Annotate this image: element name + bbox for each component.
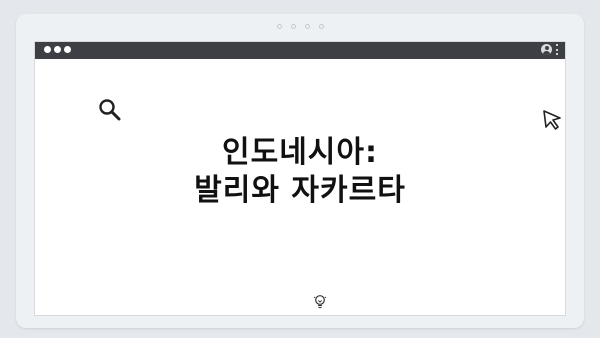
browser-window: 인도네시아: 발리와 자카르타 bbox=[34, 41, 566, 316]
indicator-dot bbox=[290, 24, 296, 29]
titlebar-actions bbox=[541, 44, 559, 55]
indicator-dot bbox=[304, 24, 310, 29]
indicator-dot bbox=[276, 24, 282, 29]
profile-icon[interactable] bbox=[541, 44, 552, 55]
window-titlebar bbox=[35, 42, 565, 59]
camera-indicator bbox=[16, 24, 584, 29]
cursor-arrow-icon bbox=[543, 110, 561, 130]
device-frame: 인도네시아: 발리와 자카르타 bbox=[16, 14, 584, 328]
kebab-menu-icon[interactable] bbox=[555, 44, 559, 55]
window-controls bbox=[44, 46, 71, 53]
minimize-button[interactable] bbox=[54, 46, 61, 53]
title-line-1: 인도네시아: bbox=[222, 135, 378, 170]
indicator-dot bbox=[318, 24, 324, 29]
maximize-button[interactable] bbox=[64, 46, 71, 53]
lightbulb-icon bbox=[313, 295, 327, 309]
magnifier-icon bbox=[99, 99, 121, 121]
close-button[interactable] bbox=[44, 46, 51, 53]
title-line-2: 발리와 자카르타 bbox=[194, 173, 406, 208]
page-title: 인도네시아: 발리와 자카르타 bbox=[35, 134, 565, 210]
